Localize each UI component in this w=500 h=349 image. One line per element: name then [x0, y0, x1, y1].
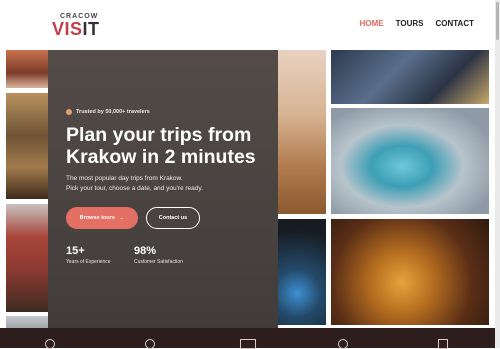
browse-tours-button[interactable]: Browse tours →	[66, 207, 138, 229]
gallery-image-food	[331, 219, 489, 325]
stat-label: Years of Experience	[66, 259, 111, 265]
logo-main-right: IT	[82, 19, 100, 39]
page-scrollbar[interactable]	[495, 0, 500, 348]
trust-text: Trusted by 50,000+ travelers	[76, 109, 150, 115]
top-navigation: CRACOW VISIT HOME TOURS CONTACT	[0, 0, 500, 48]
stat-value: 15+	[66, 245, 85, 257]
stat-experience: 15+ Years of Experience	[66, 245, 111, 265]
stat-label: Customer Satisfaction	[134, 259, 183, 265]
stat-satisfaction: 98% Customer Satisfaction	[134, 245, 183, 265]
nav-links: HOME TOURS CONTACT	[360, 19, 474, 28]
logo-main-left: VIS	[52, 19, 83, 39]
gallery-image-night-city	[278, 219, 326, 325]
contact-us-button[interactable]: Contact us	[146, 207, 200, 229]
gallery-image-cave	[331, 50, 489, 104]
logo-main-text: VISIT	[52, 19, 100, 40]
hero-panel: Trusted by 50,000+ travelers Plan your t…	[48, 50, 278, 328]
hero-subtitle-line-1: The most popular day trips from Krakow.	[66, 175, 183, 182]
nav-home[interactable]: HOME	[360, 19, 384, 28]
hero-title: Plan your trips from Krakow in 2 minutes	[66, 124, 256, 168]
arrow-right-icon: →	[118, 215, 125, 221]
nav-contact[interactable]: CONTACT	[435, 19, 474, 28]
browse-tours-label: Browse tours	[79, 215, 115, 221]
trust-badge: Trusted by 50,000+ travelers	[66, 109, 150, 115]
gallery-image-street	[6, 204, 48, 312]
nav-tours[interactable]: TOURS	[396, 19, 424, 28]
gallery-image-salt-mine	[6, 93, 48, 199]
scrollbar-thumb[interactable]	[496, 2, 499, 40]
site-logo[interactable]: CRACOW VISIT	[52, 13, 104, 39]
gallery-image-traveler	[278, 50, 326, 214]
gallery-image-interior	[6, 50, 48, 88]
stat-value: 98%	[134, 245, 157, 257]
hero-subtitle-line-2: Pick your tour, choose a date, and you'r…	[66, 185, 203, 192]
trust-dot-icon	[66, 109, 72, 115]
gallery-image-thermal-pools	[331, 108, 489, 214]
hero-subtitle: The most popular day trips from Krakow. …	[66, 174, 266, 194]
